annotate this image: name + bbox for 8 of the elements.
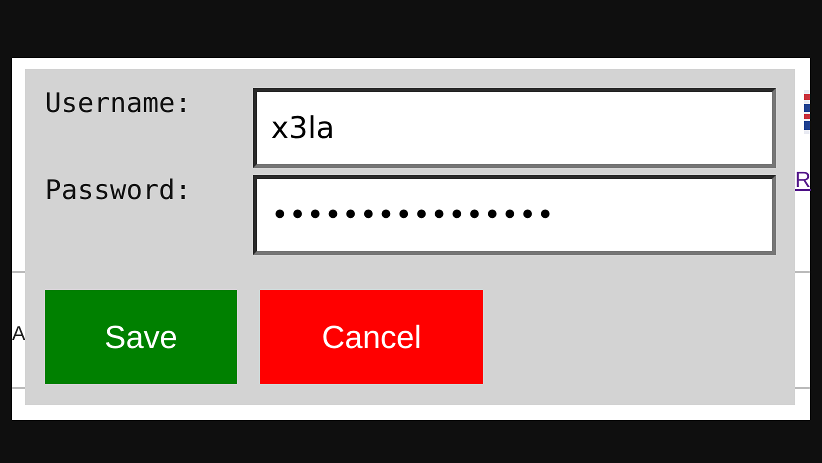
link[interactable]: R	[795, 166, 811, 194]
cancel-button[interactable]: Cancel	[260, 290, 483, 384]
row-text: A	[12, 322, 26, 346]
save-button[interactable]: Save	[45, 290, 237, 384]
field-label: Password:	[45, 174, 192, 208]
input-field[interactable]: x3la	[253, 88, 776, 168]
input-field[interactable]: ••••••••••••••••	[253, 175, 776, 255]
field-label: Username:	[45, 87, 192, 121]
